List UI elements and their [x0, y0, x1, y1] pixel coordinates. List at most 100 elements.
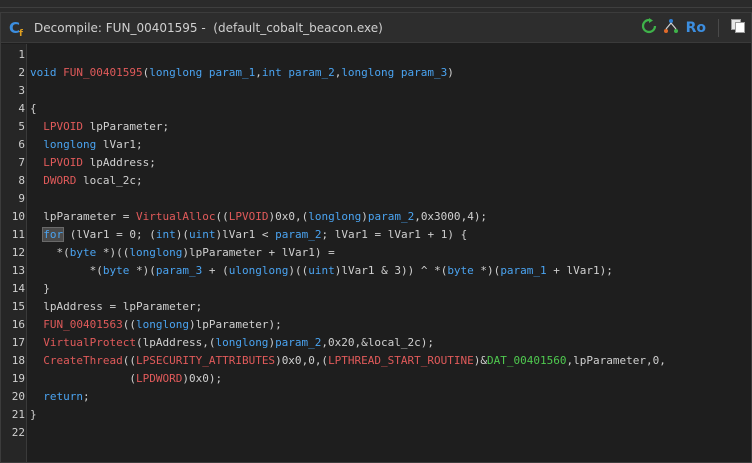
code-token: ; ( [136, 228, 156, 241]
code-line[interactable]: 16 FUN_00401563((longlong)lpParameter); [1, 316, 751, 334]
code-token: 0x0 [275, 210, 295, 223]
code-token: { [30, 102, 37, 115]
code-token: ) [275, 354, 282, 367]
code-token: ); [473, 210, 488, 223]
code-token: lpParameter [573, 354, 646, 367]
code-line[interactable]: 12 *(byte *)((longlong)lpParameter + lVa… [1, 244, 751, 262]
read-only-label: Ro [685, 20, 706, 36]
refresh-button[interactable] [640, 18, 658, 38]
code-token: LPSECURITY_ATTRIBUTES [135, 354, 276, 367]
code-text: { [30, 100, 37, 118]
code-token: *)( [129, 264, 156, 277]
code-line[interactable]: 18 CreateThread((LPSECURITY_ATTRIBUTES)0… [1, 352, 751, 370]
code-token: lpAddress [142, 336, 203, 349]
code-editor[interactable]: 1 2 void FUN_00401595(longlong param_1,int… [1, 44, 751, 462]
code-token: *( [30, 264, 103, 277]
code-line[interactable]: 22 [1, 424, 751, 442]
code-line[interactable]: 14 } [1, 280, 751, 298]
copy-icon [730, 18, 746, 38]
code-line[interactable]: 19 (LPDWORD)0x0); [1, 370, 751, 388]
code-token: lpAddress [89, 156, 150, 169]
code-token: lVar1 [334, 228, 368, 241]
code-token: longlong [215, 336, 269, 349]
code-token: )(( [288, 264, 309, 277]
code-token: *)(( [96, 246, 130, 259]
code-token: 0x0 [188, 372, 209, 385]
code-token: ; [135, 138, 143, 151]
code-line[interactable]: 15 lpAddress = lpParameter; [1, 298, 751, 316]
code-token: ; [149, 156, 156, 169]
code-token: uint [308, 264, 335, 277]
line-number: 11 [11, 228, 25, 241]
line-number: 18 [11, 354, 25, 367]
code-token: ); [208, 372, 223, 385]
top-divider [0, 7, 752, 8]
code-text: for (lVar1 = 0; (int)(uint)lVar1 < param… [30, 226, 467, 244]
code-line[interactable]: 13 *(byte *)(param_3 + (ulonglong)((uint… [1, 262, 751, 280]
line-number: 17 [11, 336, 25, 349]
line-number: 8 [18, 174, 25, 187]
code-text: VirtualProtect(lpAddress,(longlong)param… [30, 334, 434, 352]
code-text: lpAddress = lpParameter; [30, 298, 202, 316]
code-token: lVar1 [341, 264, 375, 277]
function-graph-button[interactable] [662, 18, 680, 38]
line-number: 22 [11, 426, 25, 439]
code-token: LPDWORD [135, 372, 183, 385]
code-area[interactable]: 1 2 void FUN_00401595(longlong param_1,int… [1, 44, 751, 462]
code-token: ); [268, 318, 282, 331]
code-line[interactable]: 11 for (lVar1 = 0; (int)(uint)lVar1 < pa… [1, 226, 751, 244]
code-line[interactable]: 1 [1, 46, 751, 64]
code-token: param_2 [367, 210, 415, 223]
code-token: for [42, 227, 65, 242]
code-token: DWORD [43, 174, 77, 187]
code-line[interactable]: 9 [1, 190, 751, 208]
copy-button[interactable] [729, 18, 747, 38]
toolbar: Ro [640, 17, 747, 39]
code-token: ); [599, 264, 613, 277]
code-line[interactable]: 20 return; [1, 388, 751, 406]
code-line[interactable]: 2 void FUN_00401595(longlong param_1,int … [1, 64, 751, 82]
code-token: param_1 [500, 264, 547, 277]
code-line[interactable]: 8 DWORD local_2c; [1, 172, 751, 190]
code-token: ,( [202, 336, 216, 349]
title-bar: C f Decompile: FUN_00401595 - (default_c… [1, 13, 751, 43]
code-token: lVar1 [102, 138, 136, 151]
code-token: longlong [149, 66, 203, 79]
code-token: lVar1 [76, 228, 110, 241]
code-token: return [43, 390, 83, 403]
code-line[interactable]: 17 VirtualProtect(lpAddress,(longlong)pa… [1, 334, 751, 352]
code-text: longlong lVar1; [30, 136, 143, 154]
code-line[interactable]: 21} [1, 406, 751, 424]
code-token: lVar1 [281, 246, 315, 259]
code-line[interactable]: 6 longlong lVar1; [1, 136, 751, 154]
code-text: lpParameter = VirtualAlloc((LPVOID) 0x0,(… [30, 208, 487, 226]
code-line[interactable]: 5 LPVOID lpParameter; [1, 118, 751, 136]
code-line[interactable]: 7 LPVOID lpAddress; [1, 154, 751, 172]
code-token: ) = [314, 246, 335, 259]
code-token: FUN_00401563 [43, 318, 123, 331]
code-token: ); [420, 336, 435, 349]
code-token: , [659, 354, 666, 367]
code-line[interactable]: 10 lpParameter = VirtualAlloc((LPVOID) 0x… [1, 208, 751, 226]
code-line[interactable]: 4{ [1, 100, 751, 118]
code-token: param_2 [288, 66, 335, 79]
code-token: ) { [447, 228, 468, 241]
line-number: 20 [11, 390, 25, 403]
line-number: 2 [18, 66, 25, 79]
code-token: (( [122, 354, 136, 367]
code-token: param_3 [400, 66, 448, 79]
refresh-icon [641, 18, 657, 38]
code-token: 3 [394, 264, 401, 277]
code-line[interactable]: 3 [1, 82, 751, 100]
code-text: } [30, 280, 50, 298]
code-token: longlong [308, 210, 362, 223]
code-token: byte [102, 264, 130, 277]
read-only-toggle[interactable]: Ro [684, 18, 708, 38]
code-token: lpParameter [122, 300, 196, 313]
